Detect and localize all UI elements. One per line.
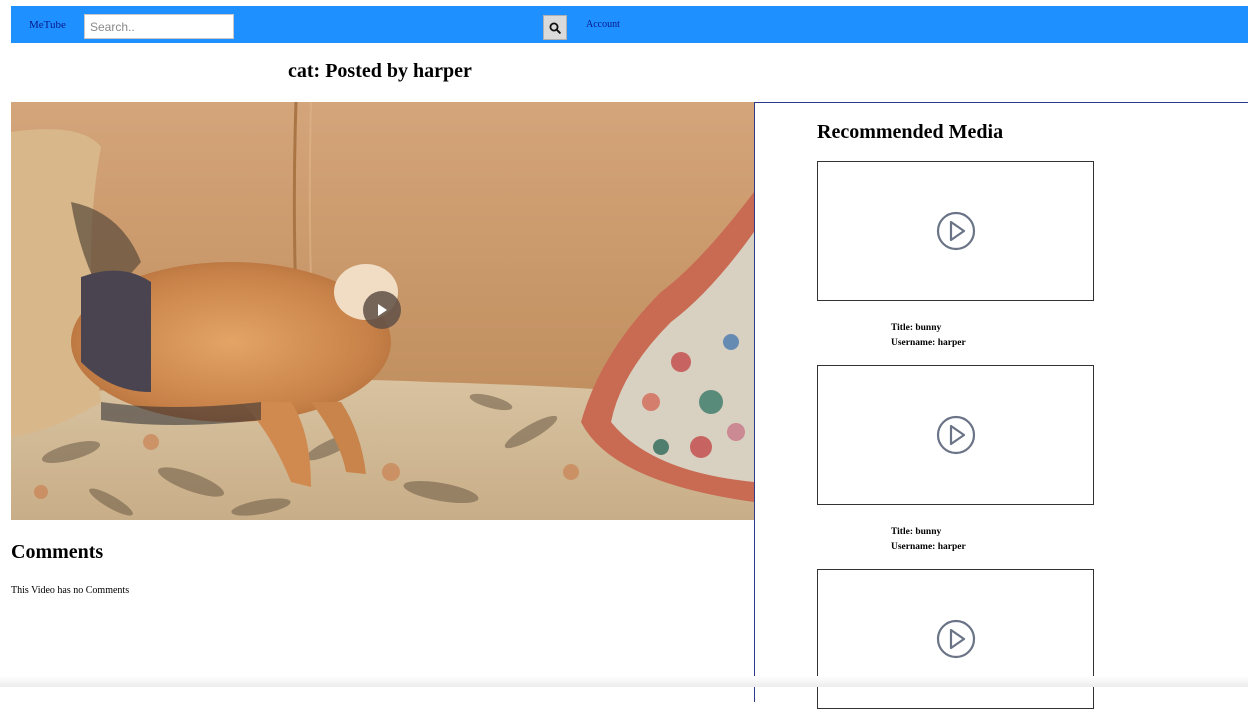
play-circle-icon: [936, 211, 975, 251]
window-bottom-edge: [0, 676, 1248, 687]
recommended-title[interactable]: Title: bunny: [891, 321, 966, 336]
no-comments-text: This Video has no Comments: [11, 585, 130, 596]
top-navbar: MeTube Account: [11, 6, 1248, 43]
recommended-thumbnail[interactable]: [817, 365, 1094, 505]
recommended-username: Username: harper: [891, 338, 966, 348]
recommended-thumbnail[interactable]: [817, 569, 1094, 709]
play-icon: [378, 304, 387, 316]
recommended-meta: Title: bunny Username: harper: [891, 525, 966, 555]
video-play-button[interactable]: [363, 291, 401, 329]
brand-link[interactable]: MeTube: [29, 19, 66, 31]
page-title: cat: Posted by harper: [288, 60, 472, 82]
play-circle-icon: [936, 415, 975, 455]
search-input[interactable]: [84, 14, 234, 39]
recommended-title[interactable]: Title: bunny: [891, 525, 966, 540]
account-link[interactable]: Account: [586, 19, 620, 30]
video-player[interactable]: [11, 102, 754, 520]
recommended-heading: Recommended Media: [817, 121, 1004, 143]
recommended-panel: Recommended Media Title: bunny Username:…: [754, 102, 1248, 709]
play-circle-icon: [936, 619, 975, 659]
recommended-thumbnail[interactable]: [817, 161, 1094, 301]
search-button[interactable]: [543, 15, 567, 40]
recommended-username: Username: harper: [891, 542, 966, 552]
recommended-meta: Title: bunny Username: harper: [891, 321, 966, 351]
search-icon: [549, 22, 561, 34]
comments-heading: Comments: [11, 541, 104, 563]
